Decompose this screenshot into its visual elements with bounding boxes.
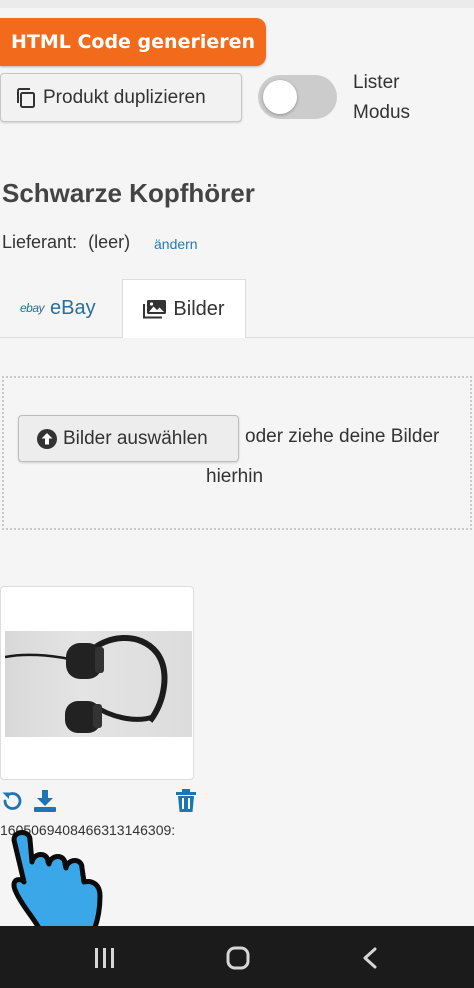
- lister-mode-toggle[interactable]: [258, 75, 337, 119]
- lister-mode-label-line1: Lister: [353, 72, 400, 93]
- tab-ebay[interactable]: ebay eBay: [20, 292, 96, 324]
- lister-mode-label-line2: Modus: [353, 102, 411, 123]
- duplicate-product-button[interactable]: Produkt duplizieren: [0, 73, 242, 122]
- top-edge: [0, 0, 474, 8]
- images-icon: [143, 300, 167, 319]
- headphones-photo: [5, 631, 192, 737]
- pointing-hand-icon: [11, 830, 103, 930]
- supplier-value: (leer): [88, 232, 131, 252]
- tab-ebay-label: eBay: [50, 296, 96, 319]
- generate-html-button[interactable]: HTML Code generieren: [0, 18, 266, 66]
- lister-mode-label: Lister Modus: [353, 68, 410, 128]
- copy-icon: [17, 87, 35, 108]
- choose-images-label: Bilder auswählen: [63, 427, 208, 449]
- ebay-logo-icon: ebay: [20, 301, 45, 315]
- image-thumbnail-card[interactable]: [0, 586, 194, 780]
- recent-apps-icon[interactable]: [93, 947, 117, 969]
- trash-icon[interactable]: [176, 789, 196, 813]
- tab-images-label: Bilder: [173, 297, 225, 320]
- product-title: Schwarze Kopfhörer: [2, 178, 255, 208]
- toggle-knob: [263, 80, 297, 114]
- download-icon[interactable]: [34, 789, 56, 813]
- supplier-change-link[interactable]: ändern: [154, 236, 198, 252]
- supplier-label: Lieferant:: [2, 232, 78, 252]
- tab-images[interactable]: Bilder: [122, 279, 246, 338]
- drop-hint-line1: oder ziehe deine Bilder: [245, 426, 440, 447]
- rotate-icon[interactable]: [0, 789, 24, 813]
- choose-images-button[interactable]: Bilder auswählen: [18, 415, 239, 462]
- supplier-info: Lieferant: (leer): [2, 232, 130, 253]
- upload-circle-icon: [37, 428, 57, 449]
- back-icon[interactable]: [362, 947, 378, 969]
- drop-hint-line2: hierhin: [206, 466, 264, 487]
- home-icon[interactable]: [226, 946, 250, 970]
- duplicate-product-label: Produkt duplizieren: [43, 86, 206, 108]
